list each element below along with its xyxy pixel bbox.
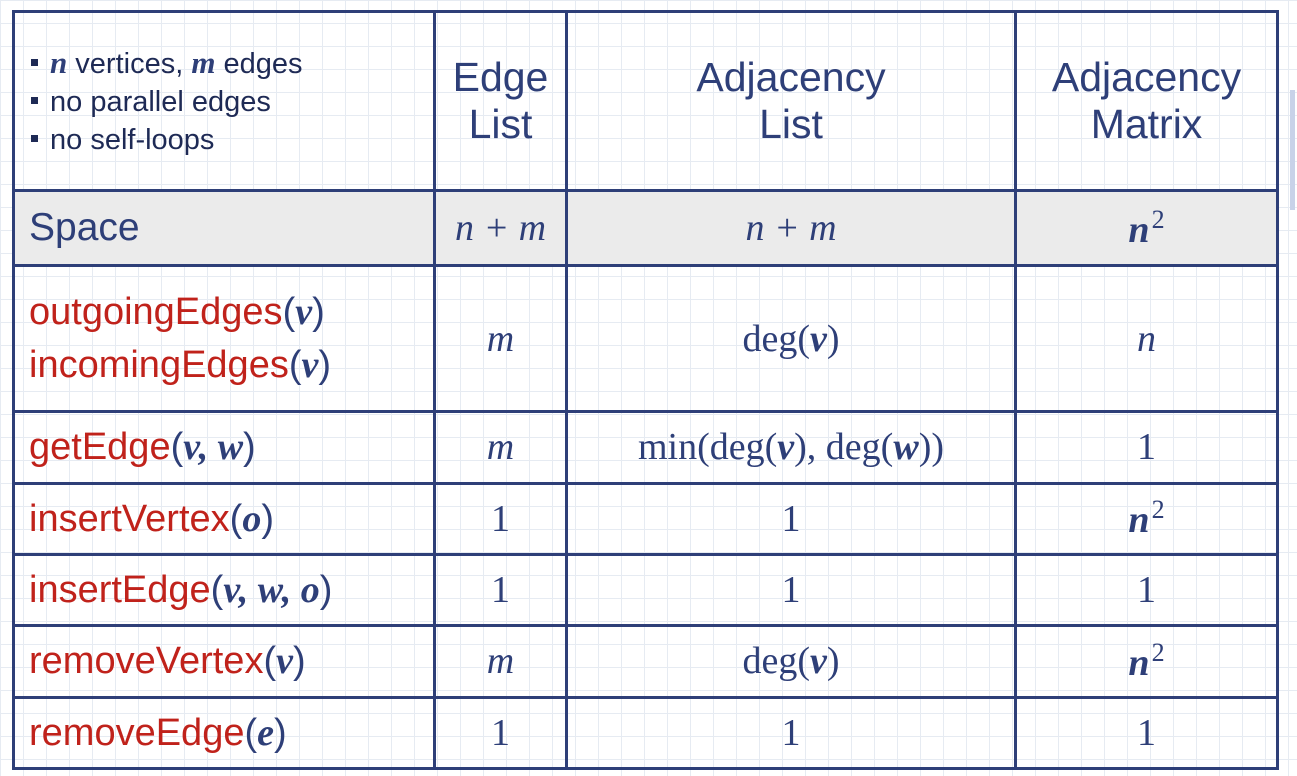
assumption-text: no self-loops	[50, 123, 215, 156]
adjacency-list-value: 1	[565, 695, 1017, 771]
adjacency-matrix-value: 1	[1014, 695, 1279, 771]
edge-list-value: m	[433, 410, 568, 485]
operation-cell: outgoingEdges(v) incomingEdges(v)	[12, 264, 436, 414]
performance-table: n vertices, m edges no parallel edges no…	[12, 10, 1279, 771]
table-row: getEdge(v, w) m min(deg(v), deg(w)) 1	[12, 410, 1279, 485]
adjacency-list-value: 1	[565, 481, 1017, 556]
assumption-item: no self-loops	[31, 123, 433, 158]
table-row: insertEdge(v, w, o) 1 1 1	[12, 552, 1279, 628]
vertex-count-var: n	[50, 45, 68, 81]
assumption-item: no parallel edges	[31, 85, 433, 120]
edge-list-value: m	[433, 624, 568, 699]
operation-outgoing-edges: outgoingEdges(v)	[29, 290, 325, 333]
assumption-text: edges	[215, 48, 303, 81]
operation-insert-edge: insertEdge(v, w, o)	[12, 552, 436, 628]
table-row: outgoingEdges(v) incomingEdges(v) m deg(…	[12, 264, 1279, 414]
header-adjacency-matrix: Adjacency Matrix	[1014, 10, 1279, 192]
assumptions-cell: n vertices, m edges no parallel edges no…	[12, 10, 436, 192]
edge-list-value: 1	[433, 552, 568, 628]
operation-remove-vertex: removeVertex(v)	[12, 624, 436, 699]
space-adjacency-matrix: n2	[1014, 188, 1279, 268]
space-label: Space	[12, 188, 436, 268]
adjacency-list-value: deg(v)	[565, 264, 1017, 414]
adjacency-matrix-value: n2	[1014, 481, 1279, 556]
operation-insert-vertex: insertVertex(o)	[12, 481, 436, 556]
edge-list-value: m	[433, 264, 568, 414]
table-row: removeVertex(v) m deg(v) n2	[12, 624, 1279, 699]
assumption-text: no parallel edges	[50, 86, 271, 119]
edge-count-var: m	[191, 45, 216, 81]
table-row: removeEdge(e) 1 1 1	[12, 695, 1279, 771]
space-row: Space n + m n + m n2	[12, 188, 1279, 268]
adjacency-list-value: 1	[565, 552, 1017, 628]
header-adjacency-list: Adjacency List	[565, 10, 1017, 192]
space-edge-list: n + m	[433, 188, 568, 268]
header-row: n vertices, m edges no parallel edges no…	[12, 10, 1279, 192]
operation-get-edge: getEdge(v, w)	[12, 410, 436, 485]
edge-list-value: 1	[433, 481, 568, 556]
bullet-icon	[31, 59, 38, 67]
operation-incoming-edges: incomingEdges(v)	[29, 343, 332, 386]
adjacency-matrix-value: 1	[1014, 410, 1279, 485]
edge-list-value: 1	[433, 695, 568, 771]
adjacency-list-value: deg(v)	[565, 624, 1017, 699]
adjacency-matrix-value: n	[1014, 264, 1279, 414]
operation-remove-edge: removeEdge(e)	[12, 695, 436, 771]
bullet-icon	[31, 134, 38, 142]
bullet-icon	[31, 96, 38, 104]
table-row: insertVertex(o) 1 1 n2	[12, 481, 1279, 556]
space-adjacency-list: n + m	[565, 188, 1017, 268]
adjacency-matrix-value: 1	[1014, 552, 1279, 628]
side-accent-bar	[1290, 90, 1295, 210]
adjacency-matrix-value: n2	[1014, 624, 1279, 699]
header-edge-list: Edge List	[433, 10, 568, 192]
assumption-text: vertices,	[67, 48, 192, 81]
assumption-item: n vertices, m edges	[31, 44, 433, 82]
adjacency-list-value: min(deg(v), deg(w))	[565, 410, 1017, 485]
